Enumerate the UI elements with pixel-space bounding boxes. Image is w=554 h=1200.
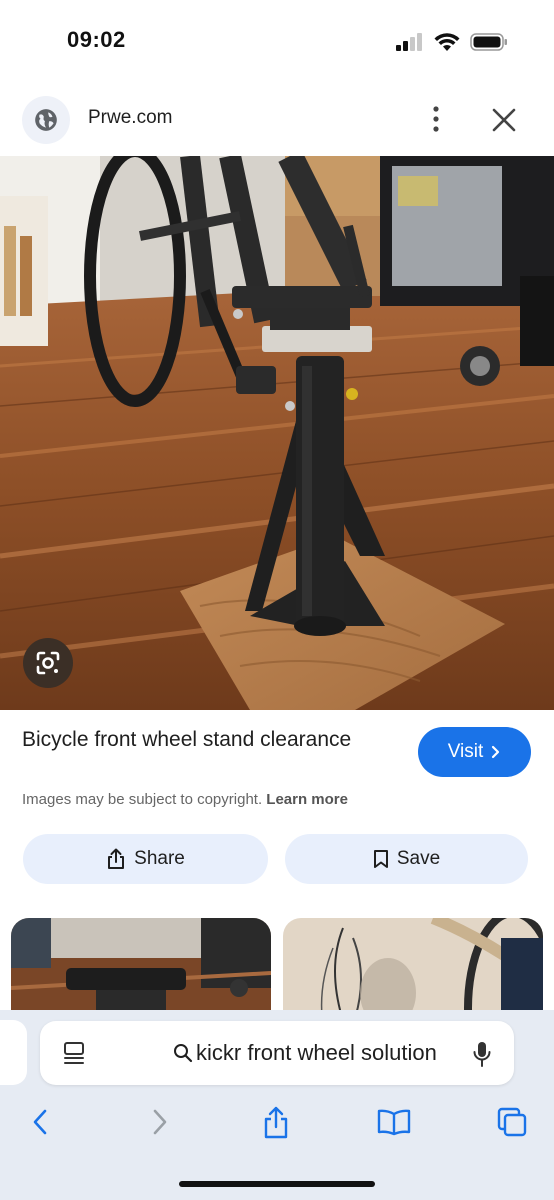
share-label: Share [134, 848, 185, 869]
microphone-icon[interactable] [472, 1040, 492, 1068]
wifi-icon [434, 32, 460, 51]
cellular-signal-icon [396, 33, 422, 51]
bookmarks-icon [377, 1109, 411, 1136]
tabs-button[interactable] [492, 1102, 532, 1142]
site-favicon [22, 96, 70, 144]
status-bar: 09:02 [0, 0, 554, 82]
bookmark-icon [373, 850, 388, 868]
copyright-text: Images may be subject to copyright. [22, 791, 263, 808]
copyright-notice: Images may be subject to copyright. Lear… [22, 791, 348, 808]
share-button[interactable]: Share [23, 834, 268, 884]
forward-icon [153, 1109, 167, 1135]
reader-mode-icon[interactable] [62, 1041, 86, 1067]
visit-label: Visit [447, 741, 484, 762]
address-bar[interactable]: kickr front wheel solution [40, 1021, 514, 1085]
more-vert-icon[interactable] [424, 104, 448, 134]
status-time: 09:02 [67, 27, 126, 52]
search-icon [174, 1044, 193, 1063]
back-icon [33, 1109, 47, 1135]
chevron-right-icon [492, 745, 500, 759]
forward-button[interactable] [140, 1102, 180, 1142]
back-button[interactable] [20, 1102, 60, 1142]
search-query-text: kickr front wheel solution [196, 1040, 437, 1065]
battery-icon [470, 33, 507, 51]
result-image-graphic [0, 156, 554, 710]
site-bar: Prwe.com [0, 82, 554, 156]
share-icon [264, 1106, 288, 1139]
save-label: Save [396, 848, 441, 869]
tabs-icon [497, 1107, 527, 1137]
bookmarks-button[interactable] [374, 1102, 414, 1142]
close-icon[interactable] [490, 106, 518, 134]
home-indicator [179, 1181, 375, 1187]
save-button[interactable]: Save [285, 834, 528, 884]
visit-button[interactable]: Visit [418, 727, 531, 777]
result-title[interactable]: Bicycle front wheel stand clearance [22, 726, 382, 754]
status-icons [396, 30, 508, 54]
lens-icon [36, 651, 60, 675]
globe-icon [35, 109, 57, 131]
site-name[interactable]: Prwe.com [88, 107, 172, 129]
search-query[interactable]: kickr front wheel solution [173, 1040, 437, 1066]
toolbar-share-button[interactable] [256, 1102, 296, 1142]
result-image[interactable] [0, 156, 554, 710]
share-icon [108, 848, 125, 869]
learn-more-link[interactable]: Learn more [266, 791, 348, 808]
lens-button[interactable] [23, 638, 73, 688]
previous-tab-edge[interactable] [0, 1020, 27, 1085]
